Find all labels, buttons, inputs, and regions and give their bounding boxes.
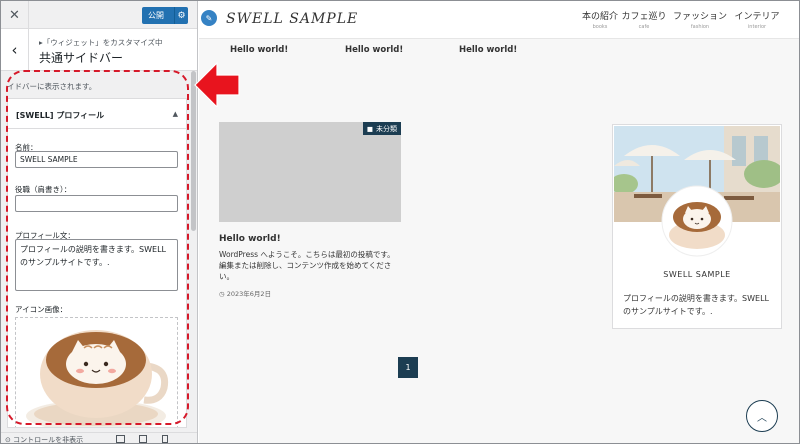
- profile-name: SWELL SAMPLE: [663, 270, 731, 279]
- profile-widget: [SWELL] プロフィール ▲ 名前： SWELL SAMPLE 役職（肩書き…: [7, 98, 187, 428]
- post-thumbnail[interactable]: ■ 未分類: [219, 122, 401, 222]
- pencil-icon[interactable]: ✎: [201, 10, 217, 26]
- name-field[interactable]: SWELL SAMPLE: [15, 151, 178, 168]
- nav-item-books[interactable]: 本の紹介 books: [577, 9, 623, 30]
- nav-sublabel: books: [592, 24, 608, 30]
- profile-description: プロフィールの説明を書きます。SWELL のサンプルサイトです。.: [623, 294, 769, 316]
- nav-sublabel: cafe: [638, 24, 650, 30]
- hide-controls-button[interactable]: ⊙ コントロールを非表示: [5, 435, 84, 444]
- role-field[interactable]: [15, 195, 178, 212]
- site-logo[interactable]: SWELL SAMPLE: [226, 11, 358, 27]
- post-card[interactable]: ■ 未分類 Hello world! WordPress へようこそ。こちらは最…: [219, 122, 401, 298]
- widget-title: [SWELL] プロフィール: [16, 111, 105, 120]
- site-header: ✎ SWELL SAMPLE 本の紹介 books カフェ巡り cafe ファッ…: [199, 1, 799, 39]
- post-title[interactable]: Hello world!: [219, 234, 401, 244]
- bio-textarea[interactable]: プロフィールの説明を書きます。SWELL のサンプルサイトです。.: [15, 239, 178, 291]
- close-icon[interactable]: ✕: [1, 1, 29, 29]
- nav-label: ファッション: [672, 12, 727, 22]
- icon-label: アイコン画像：: [15, 305, 68, 314]
- sidebar-description: イドバーに表示されます。: [7, 82, 97, 91]
- category-badge[interactable]: ■ 未分類: [362, 122, 401, 135]
- nav-label: カフェ巡り: [621, 12, 667, 22]
- screen: ✕ 公開 ⚙ ‹ ▸「ウィジェット」をカスタマイズ中 共通サイドバー イドバーに…: [0, 0, 800, 444]
- clock-icon: ◷: [219, 290, 225, 298]
- desktop-device-icon[interactable]: [116, 435, 125, 443]
- triangle-up-icon[interactable]: ▲: [173, 110, 178, 118]
- post-excerpt: WordPress へようこそ。こちらは最初の投稿です。編集または削除し、コンテ…: [219, 250, 395, 281]
- profile-avatar: [661, 185, 733, 257]
- nav-sublabel: fashion: [690, 24, 710, 30]
- post-date: ◷ 2023年6月2日: [219, 288, 401, 298]
- post-date-text: 2023年6月2日: [226, 290, 272, 298]
- latte-cat-image: [26, 330, 169, 427]
- featured-post-title[interactable]: Hello world!: [230, 45, 288, 55]
- role-label: 役職（肩書き）：: [15, 185, 72, 194]
- breadcrumb: ▸「ウィジェット」をカスタマイズ中: [39, 38, 163, 47]
- profile-widget-preview: SWELL SAMPLE プロフィールの説明を書きます。SWELL のサンプルサ…: [612, 124, 782, 329]
- publish-button[interactable]: 公開 ⚙: [142, 7, 188, 24]
- customizer-panel: ✕ 公開 ⚙ ‹ ▸「ウィジェット」をカスタマイズ中 共通サイドバー イドバーに…: [1, 1, 198, 444]
- nav-sublabel: interior: [747, 24, 767, 30]
- gear-icon[interactable]: ⚙: [174, 7, 188, 24]
- arrow-left-icon: [194, 61, 240, 107]
- nav-label: 本の紹介: [581, 12, 618, 22]
- featured-post-title[interactable]: Hello world!: [459, 45, 517, 55]
- category-label: 未分類: [376, 124, 397, 133]
- customizer-header: ✕ 公開 ⚙: [1, 1, 197, 29]
- folder-icon: ■: [366, 124, 373, 133]
- widget-header[interactable]: [SWELL] プロフィール ▲: [8, 99, 186, 129]
- hide-controls-label: コントロールを非表示: [13, 436, 84, 444]
- chevron-up-icon[interactable]: ︿: [746, 400, 778, 432]
- featured-post-title[interactable]: Hello world!: [345, 45, 403, 55]
- nav-label: インテリア: [734, 12, 780, 22]
- icon-image-preview[interactable]: [15, 317, 178, 427]
- section-heading: 共通サイドバー: [39, 51, 124, 65]
- nav-item-cafe[interactable]: カフェ巡り cafe: [619, 9, 669, 30]
- nav-item-fashion[interactable]: ファッション fashion: [671, 9, 729, 30]
- customizer-footer: ⊙ コントロールを非表示: [1, 432, 197, 444]
- pagination-current[interactable]: 1: [398, 357, 418, 378]
- nav-item-interior[interactable]: インテリア interior: [731, 9, 783, 30]
- chevron-left-icon[interactable]: ‹: [1, 29, 29, 71]
- site-preview: ✎ SWELL SAMPLE 本の紹介 books カフェ巡り cafe ファッ…: [199, 1, 799, 443]
- publish-label: 公開: [148, 11, 164, 20]
- section-title: ‹ ▸「ウィジェット」をカスタマイズ中 共通サイドバー: [1, 29, 197, 71]
- tablet-device-icon[interactable]: [139, 435, 147, 443]
- mobile-device-icon[interactable]: [162, 435, 168, 443]
